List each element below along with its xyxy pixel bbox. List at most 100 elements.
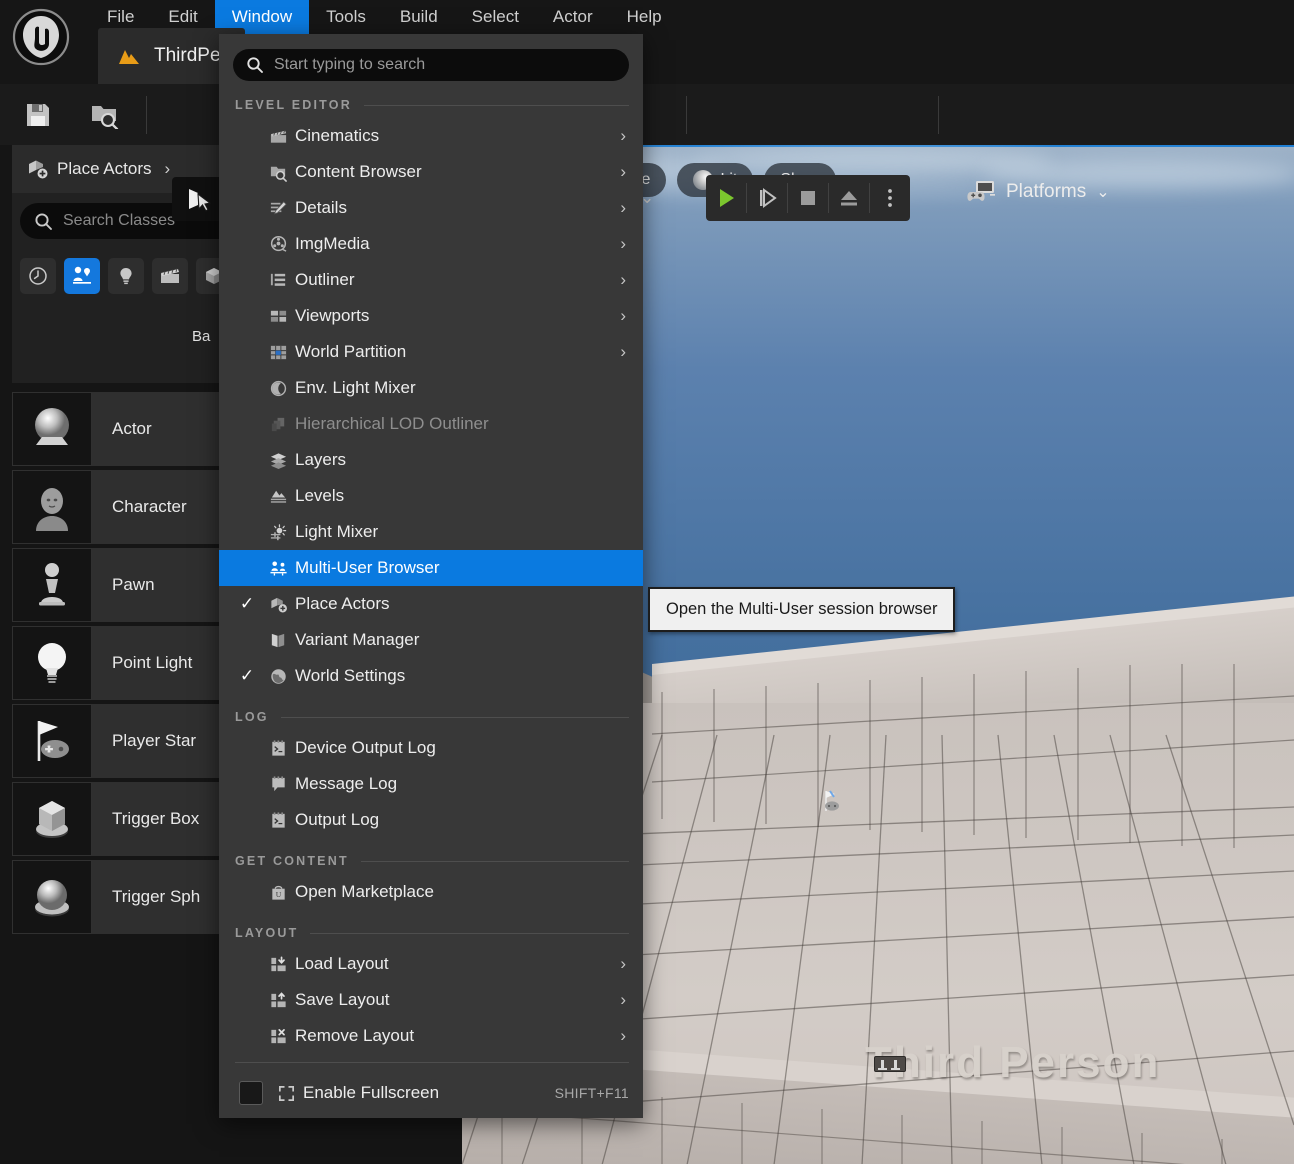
window-menu-search-field[interactable] <box>233 49 629 81</box>
menu-help[interactable]: Help <box>610 0 679 34</box>
menu-item-outliner[interactable]: Outliner › <box>219 262 643 298</box>
menu-item-remove-layout[interactable]: Remove Layout › <box>219 1018 643 1054</box>
checkmark-icon: ✓ <box>239 666 255 685</box>
menu-item-details[interactable]: Details › <box>219 190 643 226</box>
basic-shapes-icon <box>73 266 91 284</box>
menu-item-label: Cinematics <box>295 126 380 145</box>
menu-item-env-light-mixer[interactable]: Env. Light Mixer <box>219 370 643 406</box>
menu-item-label: World Settings <box>295 666 406 685</box>
cinematic-filter[interactable] <box>152 258 188 294</box>
menu-item-world-settings[interactable]: ✓ World Settings <box>219 658 643 694</box>
window-menu-search-input[interactable] <box>274 56 616 74</box>
player-start-gizmo-icon[interactable] <box>820 789 842 813</box>
world-settings-icon <box>261 667 295 686</box>
menu-item-save-layout[interactable]: Save Layout › <box>219 982 643 1018</box>
tooltip: Open the Multi-User session browser <box>648 587 956 632</box>
menu-build[interactable]: Build <box>383 0 455 34</box>
menu-item-label: Save Layout <box>295 990 390 1009</box>
menu-item-content-browser[interactable]: Content Browser › <box>219 154 643 190</box>
search-icon <box>35 212 52 230</box>
chevron-right-icon: › <box>620 198 626 217</box>
menu-item-layers[interactable]: Layers <box>219 442 643 478</box>
basic-filter[interactable] <box>64 258 100 294</box>
menu-item-viewports[interactable]: Viewports › <box>219 298 643 334</box>
menu-item-label: Place Actors <box>295 594 390 613</box>
stop-button[interactable] <box>788 175 828 221</box>
menu-item-enable-fullscreen[interactable]: Enable Fullscreen SHIFT+F11 <box>219 1071 643 1115</box>
lights-filter[interactable] <box>108 258 144 294</box>
play-options-button[interactable] <box>870 175 910 221</box>
menu-item-output-log[interactable]: Output Log <box>219 802 643 838</box>
section-header-level-editor: LEVEL EDITOR <box>219 92 643 118</box>
fullscreen-checkbox[interactable] <box>233 1081 269 1105</box>
nav-gizmo-icon[interactable] <box>874 1056 906 1072</box>
checkbox-box[interactable] <box>239 1081 263 1105</box>
list-item-label: Trigger Box <box>112 809 200 828</box>
menu-item-label: Open Marketplace <box>295 882 434 901</box>
point-light-icon <box>12 626 92 700</box>
env-light-mixer-icon <box>261 379 295 398</box>
menu-item-levels[interactable]: Levels <box>219 478 643 514</box>
character-icon <box>12 470 92 544</box>
menu-item-cinematics[interactable]: Cinematics › <box>219 118 643 154</box>
viewports-icon <box>261 307 295 326</box>
device-output-log-icon <box>261 739 295 758</box>
project-tab-label: ThirdPer <box>154 45 227 66</box>
chevron-right-icon: › <box>620 342 626 361</box>
platforms-label: Platforms <box>1006 181 1087 202</box>
unreal-project-icon <box>119 50 139 64</box>
window-menu-dropdown[interactable]: LEVEL EDITOR Cinematics › <box>219 34 643 1118</box>
menu-item-place-actors[interactable]: ✓ Place Actors <box>219 586 643 622</box>
menu-item-message-log[interactable]: Message Log <box>219 766 643 802</box>
step-icon <box>760 188 777 208</box>
menu-item-imgmedia[interactable]: ImgMedia › <box>219 226 643 262</box>
main-toolbar: S ⌄ <box>0 84 1294 221</box>
content-browser-icon <box>261 163 295 182</box>
menu-item-open-marketplace[interactable]: U Open Marketplace <box>219 874 643 910</box>
list-item-label: Actor <box>112 419 152 438</box>
menu-item-multi-user-browser[interactable]: Multi-User Browser <box>219 550 643 586</box>
list-item-label: Player Star <box>112 731 197 750</box>
menu-item-variant-manager[interactable]: Variant Manager <box>219 622 643 658</box>
title-bar: File Edit Window Tools Build Select Acto… <box>0 0 1294 84</box>
save-button[interactable] <box>19 96 57 134</box>
menu-item-label: Content Browser <box>295 162 422 181</box>
menu-item-label: Remove Layout <box>295 1026 415 1045</box>
imgmedia-icon <box>261 235 295 254</box>
unreal-engine-logo[interactable] <box>12 8 70 66</box>
play-icon <box>720 189 735 207</box>
eject-button[interactable] <box>829 175 869 221</box>
play-button[interactable] <box>706 175 746 221</box>
menu-item-label: World Partition <box>295 342 407 361</box>
select-mode-icon <box>189 189 211 212</box>
menu-item-label: Device Output Log <box>295 738 436 757</box>
menu-item-world-partition[interactable]: World Partition › <box>219 334 643 370</box>
chevron-right-icon: › <box>620 306 626 325</box>
menu-item-light-mixer[interactable]: Light Mixer <box>219 514 643 550</box>
load-layout-icon <box>261 955 295 974</box>
menu-item-label: Layers <box>295 450 347 469</box>
variant-manager-icon <box>261 631 295 650</box>
chevron-down-icon[interactable]: ⌄ <box>1096 182 1109 202</box>
menu-item-device-output-log[interactable]: Device Output Log <box>219 730 643 766</box>
place-actors-category-label: Ba <box>192 328 211 345</box>
browse-content-button[interactable] <box>86 96 124 134</box>
menu-actor[interactable]: Actor <box>536 0 610 34</box>
menu-select[interactable]: Select <box>455 0 536 34</box>
skip-button[interactable] <box>747 175 787 221</box>
play-controls-group[interactable] <box>706 175 910 221</box>
section-header-get-content: GET CONTENT <box>219 848 643 874</box>
menu-item-load-layout[interactable]: Load Layout › <box>219 946 643 982</box>
menu-item-label: Enable Fullscreen <box>303 1083 440 1102</box>
lightbulb-icon <box>120 268 132 285</box>
menu-item-label: Light Mixer <box>295 522 379 541</box>
recently-placed-filter[interactable] <box>20 258 56 294</box>
chevron-right-icon[interactable]: › <box>165 159 171 179</box>
platforms-button[interactable]: Platforms ⌄ <box>966 179 1110 205</box>
toolbar-divider <box>146 96 147 134</box>
chevron-right-icon: › <box>620 162 626 181</box>
remove-layout-icon <box>261 1027 295 1046</box>
place-actors-filter-row[interactable] <box>20 258 232 294</box>
level-title-text: Third Person <box>865 1038 1161 1087</box>
menu-tools[interactable]: Tools <box>309 0 383 34</box>
